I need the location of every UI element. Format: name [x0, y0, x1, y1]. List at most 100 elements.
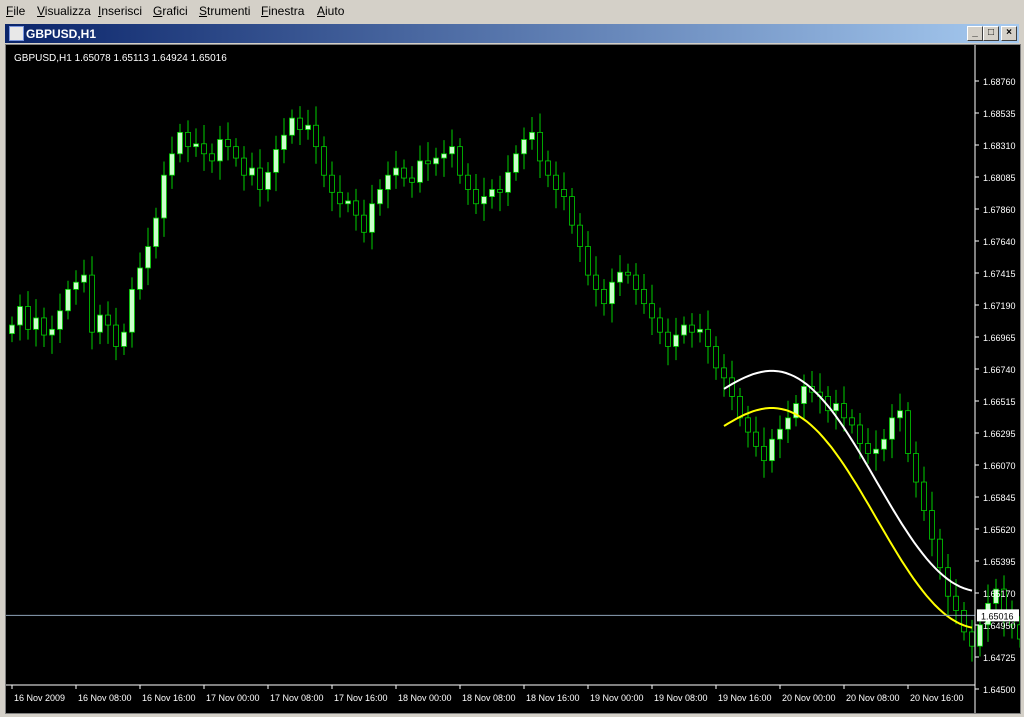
menu-visualizza[interactable]: Visualizza [37, 4, 91, 18]
candle-bull [137, 267, 143, 290]
menu-bar: File Visualizza Inserisci Grafici Strume… [0, 0, 1024, 21]
candle-bear [553, 174, 559, 190]
chart-window-titlebar[interactable]: GBPUSD,H1 _ □ × [5, 24, 1019, 43]
candle-bear [185, 131, 191, 148]
upper-indicator-curve [723, 369, 973, 592]
y-tick-label: 1.68310 [983, 141, 1016, 151]
candle-bull [17, 306, 23, 326]
candle-bull [273, 149, 279, 173]
x-tick-label: 16 Nov 08:00 [78, 693, 132, 703]
candle-bear [201, 143, 207, 155]
candle-bull [9, 324, 15, 335]
candle-bull [617, 271, 623, 283]
x-tick-label: 19 Nov 00:00 [590, 693, 644, 703]
x-tick-label: 16 Nov 16:00 [142, 693, 196, 703]
candlestick-chart[interactable]: GBPUSD,H1 1.65078 1.65113 1.64924 1.6501… [6, 45, 1020, 713]
candle-bull [801, 386, 807, 404]
candle-bull [49, 328, 55, 336]
x-tick-label: 19 Nov 16:00 [718, 693, 772, 703]
candle-bear [921, 481, 927, 511]
candle-bull [169, 153, 175, 176]
candle-bear [601, 288, 607, 305]
menu-inserisci[interactable]: Inserisci [98, 4, 142, 18]
candle-bear [945, 567, 951, 597]
y-tick-label: 1.64500 [983, 685, 1016, 695]
candle-bear [465, 174, 471, 190]
candle-bear [649, 303, 655, 319]
candle-bull [393, 167, 399, 176]
x-tick-label: 18 Nov 00:00 [398, 693, 452, 703]
candle-bull [977, 624, 983, 647]
candle-bear [929, 510, 935, 540]
candle-bull [65, 288, 71, 312]
candle-bull [97, 314, 103, 333]
candle-bull [193, 143, 199, 148]
candle-bear [729, 377, 735, 397]
candle-bear [849, 417, 855, 426]
candle-bear [841, 403, 847, 419]
candle-bear [313, 124, 319, 148]
candle-bear [25, 306, 31, 330]
candle-bull [897, 410, 903, 419]
candle-bear [865, 443, 871, 454]
menu-strumenti[interactable]: Strumenti [199, 4, 250, 18]
candle-bull [481, 196, 487, 205]
candle-bear [209, 153, 215, 162]
menu-grafici[interactable]: Grafici [153, 4, 188, 18]
y-tick-label: 1.66070 [983, 461, 1016, 471]
candle-bull [881, 438, 887, 450]
y-tick-label: 1.68085 [983, 173, 1016, 183]
candle-bull [385, 174, 391, 190]
candle-bear [361, 214, 367, 233]
candle-bull [161, 174, 167, 219]
candle-bull [345, 200, 351, 205]
candle-bull [73, 281, 79, 290]
menu-aiuto[interactable]: Aiuto [317, 4, 344, 18]
candle-bull [369, 203, 375, 233]
y-tick-label: 1.64950 [983, 621, 1016, 631]
candle-bear [473, 189, 479, 205]
candle-bear [105, 314, 111, 326]
candle-bear [593, 274, 599, 290]
candle-bear [297, 117, 303, 130]
y-tick-label: 1.66740 [983, 365, 1016, 375]
candle-bear [569, 196, 575, 226]
candle-bear [905, 410, 911, 454]
candle-bear [233, 146, 239, 159]
y-tick-label: 1.64725 [983, 653, 1016, 663]
candle-bull [177, 131, 183, 155]
y-tick-label: 1.65170 [983, 589, 1016, 599]
y-tick-label: 1.67415 [983, 269, 1016, 279]
restore-button[interactable]: □ [983, 26, 999, 41]
candle-bull [33, 317, 39, 330]
minimize-button[interactable]: _ [967, 26, 983, 41]
close-button[interactable]: × [1001, 26, 1017, 41]
candle-bear [969, 631, 975, 647]
candle-bear [657, 317, 663, 333]
candle-bull [873, 448, 879, 454]
candle-bear [913, 453, 919, 483]
candle-bear [857, 424, 863, 444]
candle-bull [441, 153, 447, 159]
y-tick-label: 1.68760 [983, 77, 1016, 87]
current-price-label: 1.65016 [981, 611, 1014, 621]
candle-bear [713, 346, 719, 369]
menu-file[interactable]: File [6, 4, 25, 18]
chart-area[interactable]: GBPUSD,H1 1.65078 1.65113 1.64924 1.6501… [5, 44, 1021, 714]
y-tick-label: 1.68535 [983, 109, 1016, 119]
x-tick-label: 18 Nov 08:00 [462, 693, 516, 703]
candle-bull [529, 131, 535, 140]
candle-bull [433, 157, 439, 165]
candle-bull [417, 160, 423, 183]
candle-bear [753, 431, 759, 447]
candle-bull [377, 189, 383, 205]
candle-bull [305, 124, 311, 130]
candle-bear [745, 417, 751, 433]
candle-bear [353, 200, 359, 216]
candle-bear [689, 324, 695, 333]
candle-bear [737, 396, 743, 419]
candle-bull [81, 274, 87, 283]
menu-finestra[interactable]: Finestra [261, 4, 304, 18]
candle-bull [145, 246, 151, 269]
chart-window-icon [9, 26, 24, 41]
